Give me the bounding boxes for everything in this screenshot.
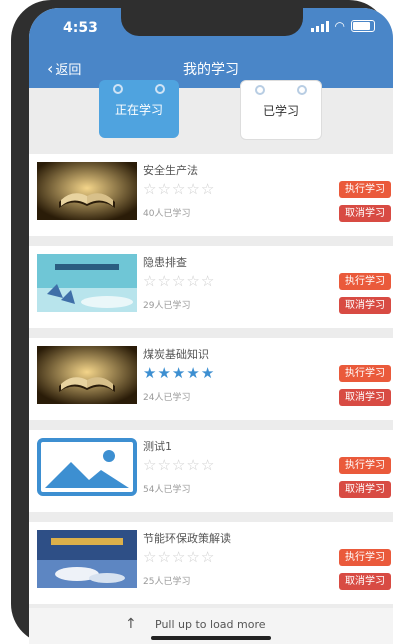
course-card[interactable]: 安全生产法 ☆ ☆ ☆ ☆ ☆ 40人已学习 执行学习 取消学习 bbox=[29, 154, 393, 236]
status-time: 4:53 bbox=[63, 20, 98, 36]
rating-stars: ☆ ☆ ☆ ☆ ☆ bbox=[143, 550, 214, 565]
tab-label: 正在学习 bbox=[114, 102, 163, 117]
learner-count: 29人已学习 bbox=[143, 301, 191, 311]
star-icon: ★ bbox=[157, 364, 171, 382]
star-icon: ☆ bbox=[157, 180, 171, 198]
cancel-learning-button[interactable]: 取消学习 bbox=[339, 481, 391, 498]
cancel-learning-button[interactable]: 取消学习 bbox=[339, 573, 391, 590]
binder-ring-icon bbox=[113, 84, 123, 94]
star-icon: ★ bbox=[186, 364, 200, 382]
execute-learning-button[interactable]: 执行学习 bbox=[339, 549, 391, 566]
star-icon: ☆ bbox=[171, 180, 186, 198]
cancel-learning-button[interactable]: 取消学习 bbox=[339, 297, 391, 314]
cancel-learning-button[interactable]: 取消学习 bbox=[339, 389, 391, 406]
rating-stars: ☆ ☆ ☆ ☆ ☆ bbox=[143, 458, 214, 473]
star-icon: ☆ bbox=[186, 548, 200, 566]
binder-ring-icon bbox=[297, 85, 307, 95]
course-title: 测试1 bbox=[143, 440, 172, 453]
star-icon: ☆ bbox=[157, 272, 171, 290]
rating-stars: ☆ ☆ ☆ ☆ ☆ bbox=[143, 274, 214, 289]
execute-learning-button[interactable]: 执行学习 bbox=[339, 273, 391, 290]
binder-ring-icon bbox=[255, 85, 265, 95]
star-icon: ☆ bbox=[143, 548, 157, 566]
star-icon: ☆ bbox=[171, 272, 186, 290]
wifi-icon: ◠ bbox=[334, 18, 345, 33]
star-icon: ★ bbox=[171, 364, 186, 382]
course-title: 安全生产法 bbox=[143, 164, 198, 177]
star-icon: ☆ bbox=[157, 548, 171, 566]
star-icon: ★ bbox=[200, 364, 215, 382]
pull-to-load-text: Pull up to load more bbox=[155, 618, 266, 631]
course-card[interactable]: 煤炭基础知识 ★ ★ ★ ★ ★ 24人已学习 执行学习 取消学习 bbox=[29, 338, 393, 420]
star-icon: ★ bbox=[143, 364, 157, 382]
tab-label: 已学习 bbox=[262, 103, 299, 118]
star-icon: ☆ bbox=[200, 456, 215, 474]
learner-count: 24人已学习 bbox=[143, 393, 191, 403]
notch bbox=[121, 8, 303, 36]
course-thumbnail bbox=[37, 530, 137, 588]
course-title: 煤炭基础知识 bbox=[143, 348, 209, 361]
star-icon: ☆ bbox=[200, 180, 215, 198]
star-icon: ☆ bbox=[157, 456, 171, 474]
learner-count: 54人已学习 bbox=[143, 485, 191, 495]
star-icon: ☆ bbox=[186, 180, 200, 198]
tab-learned[interactable]: 已学习 bbox=[240, 80, 322, 140]
learner-count: 40人已学习 bbox=[143, 209, 191, 219]
star-icon: ☆ bbox=[143, 272, 157, 290]
star-icon: ☆ bbox=[171, 548, 186, 566]
star-icon: ☆ bbox=[200, 272, 215, 290]
star-icon: ☆ bbox=[143, 456, 157, 474]
course-thumbnail bbox=[37, 254, 137, 312]
phone-frame: 4:53 ◠ ‹ 返回 我的学习 正在学习 已学习 安全生产法 ☆ ☆ ☆ ☆ … bbox=[11, 0, 393, 644]
course-card[interactable]: 节能环保政策解读 ☆ ☆ ☆ ☆ ☆ 25人已学习 执行学习 取消学习 bbox=[29, 522, 393, 604]
cancel-learning-button[interactable]: 取消学习 bbox=[339, 205, 391, 222]
status-icons: ◠ bbox=[310, 18, 375, 33]
battery-icon bbox=[351, 20, 375, 32]
page-title: 我的学习 bbox=[183, 62, 239, 78]
tab-bar: 正在学习 已学习 bbox=[29, 80, 393, 146]
status-bar: 4:53 ◠ bbox=[29, 8, 393, 48]
signal-icon bbox=[310, 20, 329, 32]
star-icon: ☆ bbox=[186, 456, 200, 474]
star-icon: ☆ bbox=[171, 456, 186, 474]
execute-learning-button[interactable]: 执行学习 bbox=[339, 181, 391, 198]
course-title: 隐患排查 bbox=[143, 256, 187, 269]
execute-learning-button[interactable]: 执行学习 bbox=[339, 365, 391, 382]
home-indicator bbox=[151, 636, 271, 640]
image-placeholder-icon bbox=[37, 438, 137, 496]
rating-stars: ★ ★ ★ ★ ★ bbox=[143, 366, 214, 381]
arrow-up-icon: ↑ bbox=[125, 616, 137, 632]
learner-count: 25人已学习 bbox=[143, 577, 191, 587]
course-thumbnail bbox=[37, 162, 137, 220]
course-title: 节能环保政策解读 bbox=[143, 532, 231, 545]
nav-bar: ‹ 返回 我的学习 bbox=[29, 48, 393, 88]
rating-stars: ☆ ☆ ☆ ☆ ☆ bbox=[143, 182, 214, 197]
course-thumbnail bbox=[37, 346, 137, 404]
course-card[interactable]: 隐患排查 ☆ ☆ ☆ ☆ ☆ 29人已学习 执行学习 取消学习 bbox=[29, 246, 393, 328]
binder-ring-icon bbox=[155, 84, 165, 94]
tab-learning[interactable]: 正在学习 bbox=[99, 80, 179, 138]
course-card[interactable]: 测试1 ☆ ☆ ☆ ☆ ☆ 54人已学习 执行学习 取消学习 bbox=[29, 430, 393, 512]
star-icon: ☆ bbox=[186, 272, 200, 290]
star-icon: ☆ bbox=[143, 180, 157, 198]
app-screen: 4:53 ◠ ‹ 返回 我的学习 正在学习 已学习 安全生产法 ☆ ☆ ☆ ☆ … bbox=[29, 8, 393, 644]
execute-learning-button[interactable]: 执行学习 bbox=[339, 457, 391, 474]
star-icon: ☆ bbox=[200, 548, 215, 566]
